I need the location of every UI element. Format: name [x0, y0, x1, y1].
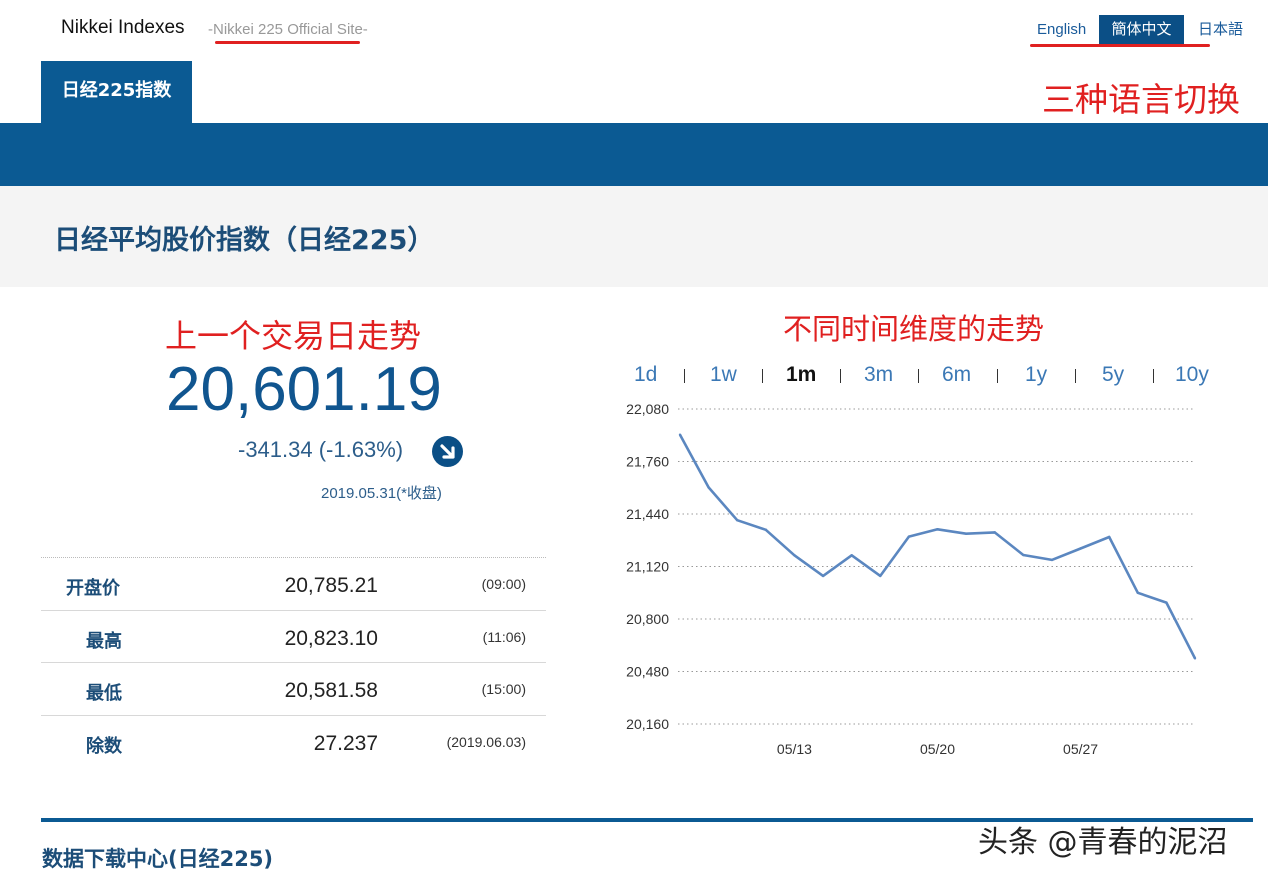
- data-point: [879, 574, 882, 578]
- data-point: [850, 554, 853, 557]
- stat-value: 20,581.58: [284, 679, 378, 702]
- table-row: 最低 20,581.58 (15:00): [41, 662, 546, 715]
- site-subtitle: -Nikkei 225 Official Site-: [208, 21, 368, 38]
- index-value: 20,601.19: [166, 355, 442, 424]
- data-point: [1022, 553, 1025, 557]
- y-tick-label: 21,760: [626, 454, 669, 470]
- data-point: [1107, 535, 1111, 539]
- tab-divider: [1153, 369, 1154, 383]
- data-point: [936, 528, 939, 531]
- tab-divider: [762, 369, 763, 383]
- language-chinese-button[interactable]: 簡体中文: [1099, 15, 1184, 44]
- stat-time: (09:00): [481, 576, 526, 592]
- table-row: 最高 20,823.10 (11:06): [41, 609, 546, 663]
- tab-1w[interactable]: 1w: [710, 363, 737, 387]
- data-point: [993, 531, 996, 534]
- tab-1d[interactable]: 1d: [634, 363, 657, 387]
- stat-value: 20,785.21: [284, 574, 378, 597]
- stat-label: 开盘价: [66, 578, 120, 599]
- brand-name[interactable]: Nikkei Indexes: [61, 17, 185, 39]
- tab-5y[interactable]: 5y: [1102, 363, 1124, 387]
- timeframe-tabs: 1d 1w 1m 3m 6m 1y 5y 10y: [620, 363, 1220, 393]
- stat-time: (11:06): [482, 628, 526, 645]
- tab-divider: [840, 369, 841, 383]
- data-point: [964, 532, 968, 535]
- language-underline-annotation: [1030, 44, 1210, 47]
- stat-label: 除数: [86, 735, 122, 757]
- table-row: 除数 27.237 (2019.06.03): [41, 714, 546, 768]
- watermark: 头条 @青春的泥沼: [978, 825, 1228, 860]
- y-tick-label: 22,080: [626, 401, 669, 417]
- previous-day-annotation: 上一个交易日走势: [165, 317, 422, 355]
- download-center-title[interactable]: 数据下载中心(日经225): [42, 843, 273, 873]
- data-point: [1079, 547, 1082, 550]
- data-point: [793, 554, 796, 557]
- y-tick-label: 20,480: [626, 664, 669, 680]
- y-tick-label: 20,800: [626, 611, 669, 627]
- data-point: [1050, 558, 1054, 562]
- down-arrow-circle-icon: [432, 436, 463, 467]
- x-tick-label: 05/27: [1063, 741, 1098, 757]
- top-header: Nikkei Indexes -Nikkei 225 Official Site…: [0, 0, 1268, 62]
- data-point: [1165, 601, 1168, 604]
- stat-label: 最低: [86, 683, 122, 704]
- index-change: -341.34 (-1.63%): [238, 437, 404, 462]
- y-tick-label: 20,160: [626, 716, 669, 732]
- table-row: 开盘价 20,785.21 (09:00): [41, 557, 546, 610]
- y-tick-label: 21,440: [626, 506, 669, 522]
- tab-divider: [684, 369, 685, 383]
- stat-time: (2019.06.03): [446, 733, 526, 750]
- page-title: 日经平均股价指数（日经225）: [54, 225, 435, 256]
- price-line-chart: 22,080 21,760 21,440 21,120 20,800 20,480 20,1…: [626, 401, 1197, 757]
- subtitle-underline-annotation: [215, 41, 360, 44]
- tab-6m[interactable]: 6m: [942, 363, 971, 387]
- data-point: [764, 528, 768, 531]
- stat-value: 27.237: [313, 731, 378, 755]
- stat-label: 最高: [86, 630, 122, 652]
- data-point: [1136, 591, 1139, 594]
- language-switch-annotation: 三种语言切换: [1042, 80, 1240, 119]
- data-point: [678, 433, 682, 436]
- x-tick-label: 05/20: [920, 741, 955, 757]
- quote-date: 2019.05.31(*收盘): [321, 485, 442, 502]
- data-point: [821, 574, 825, 578]
- tab-3m[interactable]: 3m: [864, 363, 893, 387]
- tab-nikkei225-index[interactable]: 日经225指数: [41, 61, 192, 124]
- language-japanese-link[interactable]: 日本語: [1198, 15, 1243, 44]
- tab-divider: [1075, 369, 1076, 383]
- data-point: [736, 519, 739, 522]
- data-point: [907, 535, 911, 538]
- tab-1m[interactable]: 1m: [786, 363, 816, 387]
- data-point: [707, 486, 710, 489]
- stats-table: 开盘价 20,785.21 (09:00) 最高 20,823.10 (11:0…: [41, 557, 546, 767]
- timeframe-annotation: 不同时间维度的走势: [783, 312, 1045, 346]
- tab-divider: [918, 369, 919, 383]
- series-line: [678, 434, 1197, 659]
- tab-1y[interactable]: 1y: [1025, 363, 1047, 387]
- tab-divider: [997, 369, 998, 383]
- header-band: [0, 123, 1268, 186]
- language-english-link[interactable]: English: [1037, 15, 1086, 44]
- tab-10y[interactable]: 10y: [1175, 363, 1209, 387]
- data-point: [1193, 657, 1197, 660]
- stat-value: 20,823.10: [284, 626, 378, 650]
- x-tick-label: 05/13: [777, 741, 812, 757]
- y-tick-label: 21,120: [626, 559, 669, 575]
- stat-time: (15:00): [481, 681, 526, 697]
